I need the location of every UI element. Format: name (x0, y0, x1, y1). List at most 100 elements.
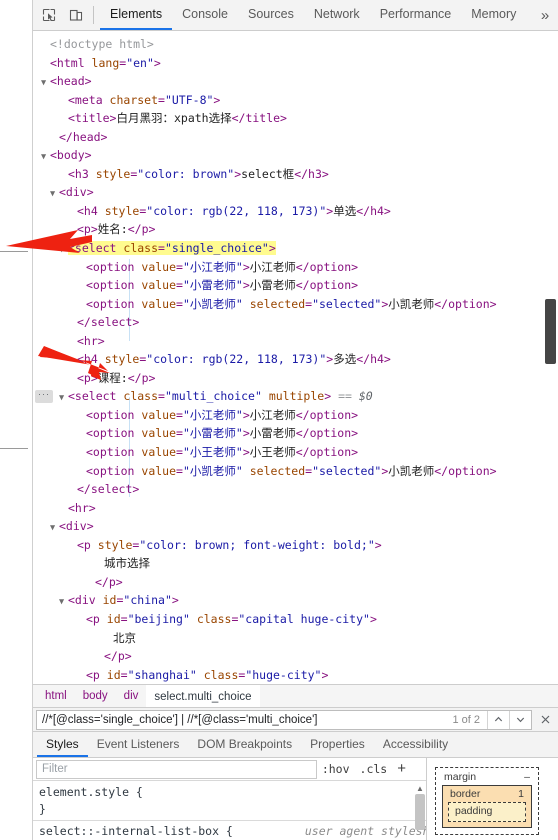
styles-filter-input[interactable]: Filter (36, 759, 317, 779)
dom-node-row[interactable]: ▼ <div> (33, 183, 558, 202)
chevron-down-icon[interactable] (509, 710, 531, 729)
cls-toggle-button[interactable]: .cls (355, 762, 393, 776)
code-token: 多选 (333, 352, 357, 367)
close-icon[interactable] (535, 710, 555, 730)
device-toolbar-icon[interactable] (62, 0, 89, 30)
tab-performance[interactable]: Performance (370, 0, 462, 30)
dom-node-row[interactable]: <hr> (33, 499, 558, 518)
code-token: = (176, 445, 183, 460)
box-model-padding-label: padding (455, 805, 493, 817)
styles-scroll-up-icon[interactable]: ▲ (415, 784, 425, 793)
code-token: </p> (95, 574, 123, 589)
dom-node-row[interactable]: <option value="小雷老师">小雷老师</option> (33, 424, 558, 443)
dom-node-row[interactable]: </select> (33, 480, 558, 499)
dom-node-row[interactable]: <option value="小王老师">小王老师</option> (33, 443, 558, 462)
dom-node-row[interactable]: <!doctype html> (33, 35, 558, 54)
dom-node-row[interactable]: ▼ <select class="multi_choice" multiple> … (33, 387, 558, 406)
code-token: value (141, 278, 177, 293)
code-token: 小凯老师 (388, 463, 435, 478)
dom-node-row[interactable]: 北京 (33, 629, 558, 648)
code-token: > (242, 445, 250, 460)
code-token: 小江老师 (249, 259, 296, 274)
code-token: <!doctype html> (50, 37, 154, 51)
search-field[interactable]: //*[@class='single_choice'] | //*[@class… (36, 709, 532, 730)
code-token: = (176, 426, 183, 441)
dom-node-row[interactable]: <meta charset="UTF-8"> (33, 91, 558, 110)
code-token: <option (86, 445, 142, 460)
code-token: value (141, 463, 177, 478)
breadcrumb-item-body[interactable]: body (75, 685, 116, 707)
dom-node-row[interactable]: <h3 style="color: brown">select框</h3> (33, 165, 558, 184)
styles-rule-internal-list-box[interactable]: select::-internal-list-box {user agent s… (33, 820, 426, 840)
sidebar-tab-event-listeners[interactable]: Event Listeners (88, 732, 189, 757)
code-token: </option> (434, 296, 497, 311)
dom-node-row[interactable]: <hr> (33, 332, 558, 351)
dom-node-row[interactable]: ▼ <head> (33, 72, 558, 91)
tab-sources[interactable]: Sources (238, 0, 304, 30)
code-token: <h3 (68, 166, 96, 181)
inspect-cursor-icon[interactable] (35, 0, 62, 30)
breadcrumb-item-html[interactable]: html (37, 685, 75, 707)
dom-node-row[interactable]: <p>姓名:</p> (33, 220, 558, 239)
dom-node-row[interactable]: <h4 style="color: rgb(22, 118, 173)">多选<… (33, 350, 558, 369)
breadcrumb-item-select-multi-choice[interactable]: select.multi_choice (146, 685, 260, 707)
dom-node-row[interactable]: <option value="小凯老师" selected="selected"… (33, 295, 558, 314)
tab-memory[interactable]: Memory (461, 0, 526, 30)
code-token: 北京 (113, 630, 136, 645)
code-token: = (120, 611, 128, 626)
dom-node-row[interactable]: <option value="小凯老师" selected="selected"… (33, 462, 558, 481)
tab-elements[interactable]: Elements (100, 0, 173, 30)
chevron-up-icon[interactable] (487, 710, 509, 729)
dom-node-row[interactable]: <option value="小雷老师">小雷老师</option> (33, 276, 558, 295)
dom-tree[interactable]: <!doctype html> <html lang="en"> ▼ <head> <m… (33, 31, 558, 684)
search-input[interactable]: //*[@class='single_choice'] | //*[@class… (37, 714, 445, 726)
dom-node-row[interactable]: </p> (33, 647, 558, 666)
dom-node-row[interactable]: <option value="小江老师">小江老师</option> (33, 258, 558, 277)
hov-toggle-button[interactable]: :hov (317, 762, 355, 776)
box-model-margin-value[interactable]: – (524, 771, 530, 783)
code-token: style (104, 203, 140, 218)
code-token: </select> (77, 482, 140, 497)
dom-node-row[interactable]: <p>课程:</p> (33, 369, 558, 388)
code-token: "huge-city" (245, 667, 322, 682)
node-markup: <div> (59, 185, 94, 199)
dom-node-row[interactable]: <p id="shanghai" class="huge-city"> (33, 666, 558, 684)
sidebar-tab-accessibility[interactable]: Accessibility (374, 732, 457, 757)
dom-node-row[interactable]: <p style="color: brown; font-weight: bol… (33, 536, 558, 555)
dom-node-row[interactable]: </select> (33, 313, 558, 332)
dom-node-row[interactable]: <html lang="en"> (33, 54, 558, 73)
styles-rule-element-style[interactable]: element.style { } (33, 781, 426, 818)
sidebar-tab-properties[interactable]: Properties (301, 732, 374, 757)
dom-node-row[interactable]: ▼ <div id="china"> (33, 591, 558, 610)
dom-node-row[interactable]: </p> (33, 573, 558, 592)
more-tabs-icon[interactable]: » (532, 0, 558, 30)
sidebar-tab-dom-breakpoints[interactable]: DOM Breakpoints (188, 732, 301, 757)
box-model-border[interactable]: border 1 padding (442, 785, 532, 828)
tab-network[interactable]: Network (304, 0, 370, 30)
node-markup: <head> (50, 74, 92, 88)
dom-node-row[interactable]: <p id="beijing" class="capital huge-city… (33, 610, 558, 629)
new-style-rule-button[interactable]: + (392, 761, 411, 776)
dom-node-row[interactable]: </head> (33, 128, 558, 147)
dom-node-row[interactable]: <h4 style="color: rgb(22, 118, 173)">单选<… (33, 202, 558, 221)
node-markup: <!doctype html> (50, 37, 154, 51)
code-token: = (176, 463, 183, 478)
dom-node-row[interactable]: ▼ <div> (33, 517, 558, 536)
dom-node-row[interactable]: ▼ <select class="single_choice"> (33, 239, 558, 258)
code-token: 白月黑羽：xpath选择 (116, 111, 232, 126)
dom-node-row[interactable]: <option value="小江老师">小江老师</option> (33, 406, 558, 425)
tab-console[interactable]: Console (172, 0, 238, 30)
box-model-padding[interactable]: padding (448, 802, 526, 822)
code-token: > (242, 426, 250, 441)
box-model-border-value[interactable]: 1 (518, 788, 524, 800)
box-model-margin[interactable]: margin – border 1 padding (435, 767, 539, 835)
dom-node-row[interactable]: 城市选择 (33, 554, 558, 573)
sidebar-tab-styles[interactable]: Styles (37, 732, 88, 757)
node-markup: </select> (77, 482, 139, 496)
dom-node-row[interactable]: <title>白月黑羽：xpath选择</title> (33, 109, 558, 128)
breadcrumb-item-div[interactable]: div (116, 685, 147, 707)
dom-node-row[interactable]: ▼ <body> (33, 146, 558, 165)
code-token: <p (77, 537, 98, 552)
toolbar-separator (93, 6, 94, 24)
styles-scrollbar-thumb[interactable] (415, 794, 425, 830)
